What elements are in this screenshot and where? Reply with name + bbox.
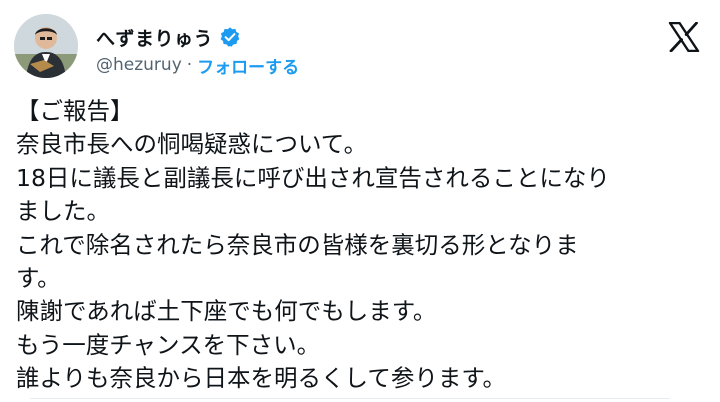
tweet-line: もう一度チャンスを下さい。: [16, 330, 321, 359]
handle-row: @hezuruy · フォローする: [96, 53, 299, 78]
tweet-line: これで除名されたら奈良市の皆様を裏切る形となりま: [16, 230, 579, 259]
tweet-line: 誰よりも奈良から日本を明るくして参ります。: [16, 364, 506, 393]
display-name[interactable]: へずまりゅう: [96, 24, 213, 51]
tweet-line: す。: [16, 263, 61, 292]
tweet-line: 陳謝であれば土下座でも何でもします。: [16, 297, 437, 326]
divider: [30, 398, 670, 399]
verified-badge-icon: [219, 26, 241, 48]
follow-button[interactable]: フォローする: [197, 53, 299, 78]
separator-dot: ·: [186, 55, 193, 75]
tweet-line: 【ご報告】: [16, 97, 134, 125]
tweet-line: ました。: [16, 197, 110, 226]
x-logo-icon[interactable]: [668, 21, 700, 53]
tweet-line: 18日に議長と副議長に呼び出され宣告されることになり: [16, 163, 610, 192]
author-name-row: へずまりゅう: [96, 24, 241, 50]
handle[interactable]: @hezuruy: [96, 55, 182, 75]
tweet-text: 【ご報告】 奈良市長への恫喝疑惑について。 18日に議長と副議長に呼び出され宣告…: [16, 95, 706, 396]
person-photo-icon: [14, 14, 78, 78]
avatar[interactable]: [14, 14, 78, 78]
tweet-line: 奈良市長への恫喝疑惑について。: [16, 130, 368, 159]
tweet-card: へずまりゅう @hezuruy · フォローする 【ご報告】 奈良市長への恫喝疑…: [0, 0, 720, 402]
